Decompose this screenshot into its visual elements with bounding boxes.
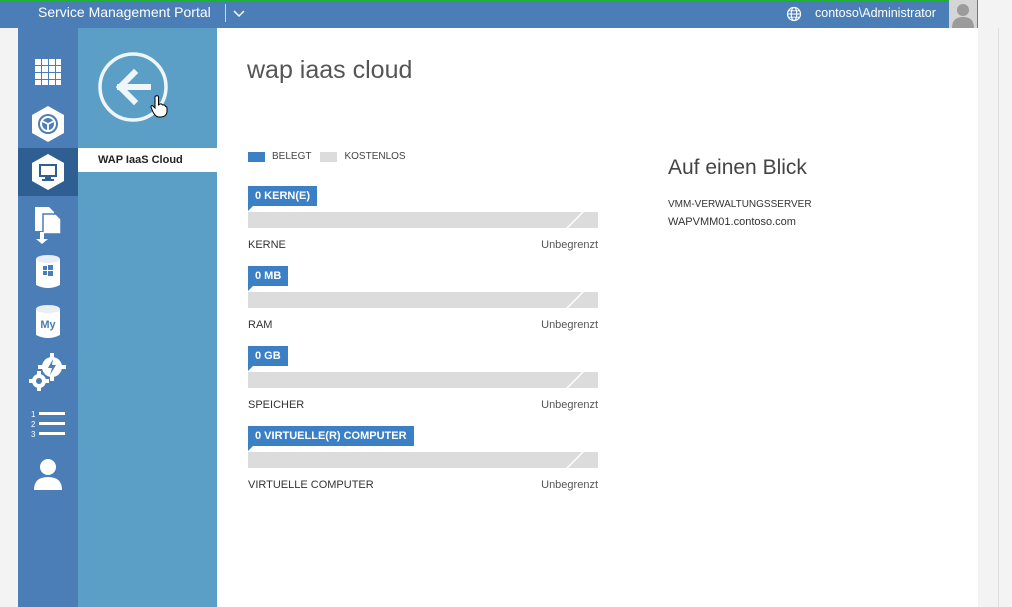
rail-item-sql-databases[interactable] bbox=[18, 248, 78, 296]
vmm-server-value: WAPVMM01.contoso.com bbox=[668, 216, 796, 228]
title-divider bbox=[225, 4, 226, 22]
quota-bar bbox=[248, 212, 598, 228]
quota-label: RAM bbox=[248, 319, 273, 331]
quota-label: SPEICHER bbox=[248, 399, 305, 411]
svg-text:1: 1 bbox=[31, 410, 36, 419]
window-edge bbox=[998, 28, 999, 607]
quota-meter-storage: 0 GB SPEICHER Unbegrenzt bbox=[248, 346, 598, 411]
rail-item-plans[interactable]: 1 2 3 bbox=[18, 400, 78, 448]
chevron-down-icon[interactable] bbox=[231, 6, 247, 22]
quota-used-badge: 0 MB bbox=[248, 266, 289, 291]
rail-item-mysql-databases[interactable]: My bbox=[18, 298, 78, 346]
web-sites-icon bbox=[32, 106, 64, 142]
copy-deploy-icon bbox=[35, 207, 62, 244]
user-avatar-icon bbox=[952, 4, 974, 28]
legend-used-swatch bbox=[248, 151, 265, 162]
rail-item-service-management[interactable] bbox=[18, 200, 78, 248]
avatar[interactable] bbox=[949, 0, 977, 28]
quota-limit: Unbegrenzt bbox=[541, 239, 598, 251]
quota-bar bbox=[248, 452, 598, 468]
rail-item-user-accounts[interactable] bbox=[18, 450, 78, 498]
virtual-machines-icon bbox=[32, 154, 64, 190]
quota-limit: Unbegrenzt bbox=[541, 479, 598, 491]
rail-item-web-sites[interactable] bbox=[18, 100, 78, 148]
mysql-database-icon: My bbox=[36, 305, 60, 338]
quota-label: VIRTUELLE COMPUTER bbox=[248, 479, 374, 491]
subnav-item-wap-iaas-cloud[interactable]: WAP IaaS Cloud bbox=[78, 148, 217, 172]
quota-used-badge: 0 KERN(E) bbox=[248, 186, 318, 211]
all-items-icon bbox=[35, 59, 61, 85]
globe-icon[interactable] bbox=[786, 6, 802, 22]
quota-used-badge: 0 VIRTUELLE(R) COMPUTER bbox=[248, 426, 414, 451]
user-account-name[interactable]: contoso\Administrator bbox=[815, 6, 936, 20]
svg-text:2: 2 bbox=[31, 420, 36, 429]
top-bar: Service Management Portal contoso\Admini… bbox=[0, 0, 1012, 28]
quota-limit: Unbegrenzt bbox=[541, 319, 598, 331]
user-accounts-icon bbox=[34, 459, 62, 490]
sub-navigation: WAP IaaS Cloud bbox=[78, 28, 217, 607]
hand-cursor-icon bbox=[150, 95, 168, 118]
plans-icon: 1 2 3 bbox=[31, 410, 65, 439]
at-a-glance-panel: Auf einen Blick VMM-VERWALTUNGSSERVER WA… bbox=[668, 156, 812, 228]
rail-item-all-items[interactable] bbox=[18, 48, 78, 96]
svg-text:My: My bbox=[40, 319, 56, 331]
legend-free-label: KOSTENLOS bbox=[344, 151, 406, 162]
service-rail: My 1 2 3 bbox=[18, 28, 78, 607]
sql-database-icon bbox=[36, 255, 60, 288]
at-a-glance-heading: Auf einen Blick bbox=[668, 156, 807, 179]
main-content: wap iaas cloud BELEGT KOSTENLOS 0 KERN(E… bbox=[217, 28, 978, 607]
quota-meter-ram: 0 MB RAM Unbegrenzt bbox=[248, 266, 598, 331]
portal-title[interactable]: Service Management Portal bbox=[38, 4, 211, 20]
vmm-server-label: VMM-VERWALTUNGSSERVER bbox=[668, 199, 812, 210]
rail-item-virtual-machines[interactable] bbox=[18, 148, 78, 196]
automation-icon bbox=[29, 353, 66, 391]
quota-label: KERNE bbox=[248, 239, 286, 251]
svg-text:3: 3 bbox=[31, 430, 36, 439]
quota-used-badge: 0 GB bbox=[248, 346, 288, 371]
quota-meter-virtual-machines: 0 VIRTUELLE(R) COMPUTER VIRTUELLE COMPUT… bbox=[248, 426, 598, 491]
legend-free-swatch bbox=[320, 151, 338, 162]
rail-item-automation[interactable] bbox=[18, 348, 78, 396]
usage-legend: BELEGT KOSTENLOS bbox=[248, 151, 415, 162]
quota-bar bbox=[248, 372, 598, 388]
quota-meter-cores: 0 KERN(E) KERNE Unbegrenzt bbox=[248, 186, 598, 251]
legend-used-label: BELEGT bbox=[272, 151, 312, 162]
quota-limit: Unbegrenzt bbox=[541, 399, 598, 411]
page-title: wap iaas cloud bbox=[247, 56, 413, 84]
quota-bar bbox=[248, 292, 598, 308]
